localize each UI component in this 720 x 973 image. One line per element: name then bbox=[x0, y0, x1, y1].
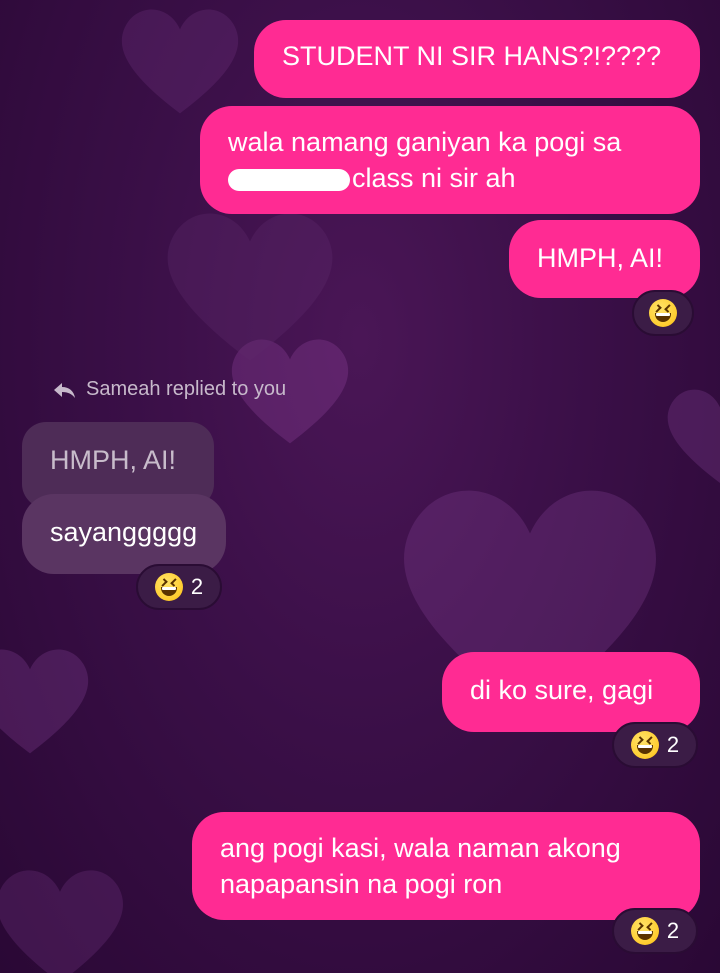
chat-thread: STUDENT NI SIR HANS?!???? wala namang ga… bbox=[0, 0, 720, 973]
laughing-emoji-icon bbox=[630, 917, 659, 945]
reaction-badge[interactable]: 2 bbox=[612, 722, 698, 768]
laughing-emoji-icon bbox=[649, 299, 677, 327]
message-text: wala namang ganiyan ka pogi sa bbox=[228, 127, 622, 157]
laughing-emoji-icon bbox=[630, 731, 659, 759]
message-outgoing[interactable]: ang pogi kasi, wala naman akong napapans… bbox=[192, 812, 700, 920]
message-text: sayanggggg bbox=[50, 517, 198, 547]
redacted-mark bbox=[228, 168, 350, 191]
reply-indicator: Sameah replied to you bbox=[52, 378, 286, 401]
laughing-emoji-icon bbox=[154, 573, 183, 601]
message-text: HMPH, AI! bbox=[537, 243, 664, 273]
message-text: napapansin na pogi ron bbox=[220, 869, 503, 899]
reaction-count: 2 bbox=[666, 732, 680, 757]
message-outgoing[interactable]: HMPH, AI! bbox=[509, 220, 700, 298]
message-outgoing[interactable]: wala namang ganiyan ka pogi sa class ni … bbox=[200, 106, 700, 214]
reaction-badge[interactable] bbox=[632, 290, 694, 336]
message-incoming[interactable]: sayanggggg bbox=[22, 494, 226, 574]
reaction-count: 2 bbox=[190, 574, 204, 599]
message-text: STUDENT NI SIR HANS?!???? bbox=[282, 41, 662, 71]
reaction-count: 2 bbox=[666, 918, 680, 943]
message-text: ang pogi kasi, wala naman akong bbox=[220, 833, 621, 863]
message-outgoing[interactable]: STUDENT NI SIR HANS?!???? bbox=[254, 20, 700, 98]
quoted-text: HMPH, AI! bbox=[50, 445, 177, 475]
reaction-badge[interactable]: 2 bbox=[612, 908, 698, 954]
message-text: class ni sir ah bbox=[352, 163, 516, 193]
reply-note-text: Sameah replied to you bbox=[86, 378, 287, 400]
message-outgoing[interactable]: di ko sure, gagi bbox=[442, 652, 700, 732]
reaction-badge[interactable]: 2 bbox=[136, 564, 222, 610]
message-text: di ko sure, gagi bbox=[470, 675, 654, 705]
reply-arrow-icon bbox=[54, 382, 75, 398]
